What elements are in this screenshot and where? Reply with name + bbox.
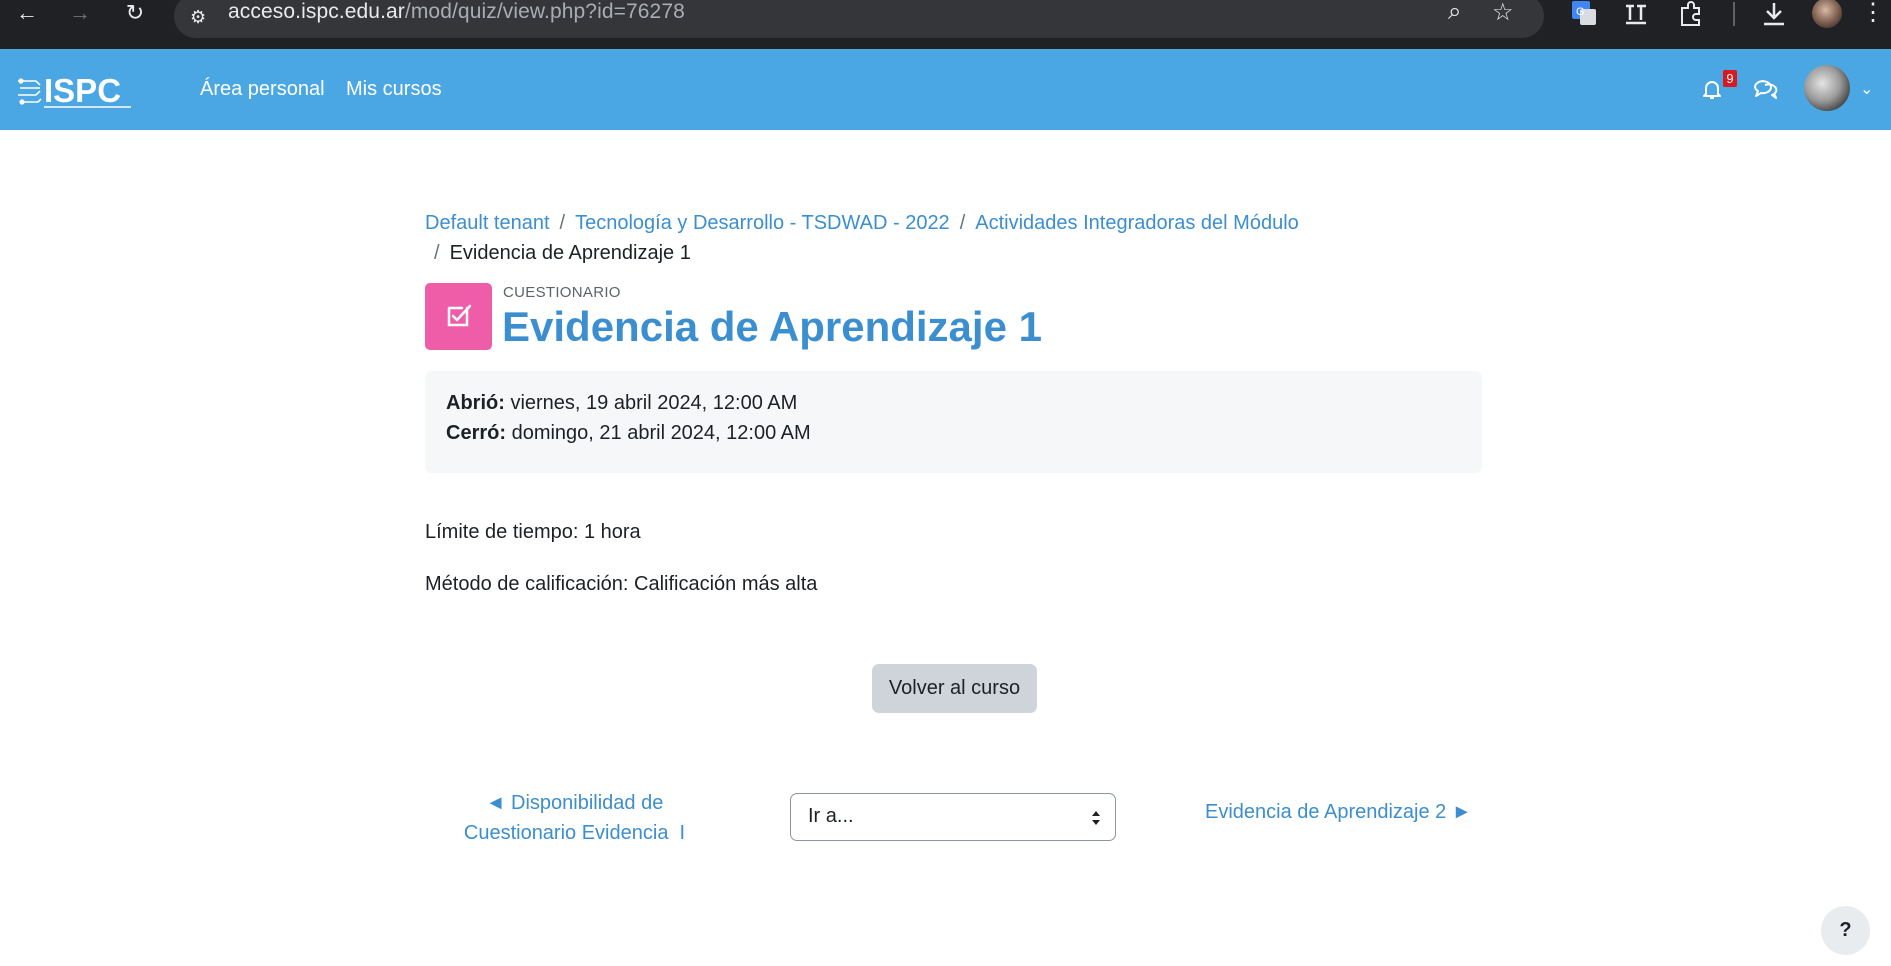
messages-chat-icon[interactable]: [1752, 77, 1780, 101]
opened-value: viernes, 19 abril 2024, 12:00 AM: [510, 392, 798, 414]
back-to-course-button[interactable]: Volver al curso: [872, 664, 1037, 713]
closed-date: Cerró: domingo, 21 abril 2024, 12:00 AM: [446, 422, 811, 445]
forward-arrow-icon[interactable]: →: [66, 0, 94, 28]
address-bar[interactable]: ⚙ acceso.ispc.edu.ar/mod/quiz/view.php?i…: [174, 0, 1544, 38]
url-text[interactable]: acceso.ispc.edu.ar/mod/quiz/view.php?id=…: [228, 0, 685, 24]
toolbar-divider: [1733, 2, 1735, 26]
select-arrows-icon: [1092, 811, 1100, 825]
previous-activity-label-line1[interactable]: ◄ Disponibilidad de: [486, 792, 664, 814]
breadcrumb-item-tenant[interactable]: Default tenant: [425, 212, 550, 234]
quiz-checkbox-icon: [425, 283, 492, 350]
activity-type-label: CUESTIONARIO: [503, 284, 621, 301]
jump-to-selected-value: Ir a...: [808, 805, 854, 827]
breadcrumb-item-course[interactable]: Tecnología y Desarrollo - TSDWAD - 2022: [575, 212, 950, 234]
opened-label: Abrió:: [446, 392, 505, 414]
google-translate-icon[interactable]: G: [1570, 0, 1598, 28]
extensions-puzzle-icon[interactable]: [1677, 0, 1705, 28]
reload-icon[interactable]: ↻: [121, 0, 149, 28]
nav-link-mis-cursos[interactable]: Mis cursos: [346, 78, 442, 101]
downloads-icon[interactable]: [1760, 0, 1788, 28]
activity-dates-box: Abrió: viernes, 19 abril 2024, 12:00 AM …: [425, 371, 1482, 473]
previous-activity-label-line2[interactable]: Cuestionario Evidencia I: [464, 822, 685, 844]
nav-link-area-personal[interactable]: Área personal: [200, 78, 325, 101]
help-button[interactable]: ?: [1821, 906, 1870, 955]
browser-menu-icon[interactable]: ⋮: [1859, 0, 1887, 28]
breadcrumb-separator: /: [434, 242, 440, 264]
notifications-bell-icon[interactable]: [1700, 77, 1724, 101]
closed-value: domingo, 21 abril 2024, 12:00 AM: [511, 422, 811, 444]
time-limit-text: Límite de tiempo: 1 hora: [425, 521, 641, 543]
browser-profile-avatar[interactable]: [1812, 0, 1842, 28]
user-menu-chevron-down-icon[interactable]: ⌄: [1860, 79, 1873, 99]
site-navbar: ISPC Área personal Mis cursos 9 ⌄: [0, 49, 1891, 130]
svg-text:G: G: [1576, 6, 1585, 18]
languagetool-icon[interactable]: [1622, 0, 1650, 28]
breadcrumb-item-section[interactable]: Actividades Integradoras del Módulo: [975, 212, 1299, 234]
breadcrumb-item-current: Evidencia de Aprendizaje 1: [449, 242, 691, 264]
zoom-icon[interactable]: ⌕: [1448, 0, 1461, 26]
browser-toolbar: ← → ↻ ⚙ acceso.ispc.edu.ar/mod/quiz/view…: [0, 0, 1891, 49]
ispc-logo[interactable]: ISPC: [18, 69, 133, 111]
site-settings-icon[interactable]: ⚙: [190, 7, 206, 28]
svg-text:ISPC: ISPC: [44, 72, 121, 109]
back-arrow-icon[interactable]: ←: [13, 0, 41, 28]
next-activity-link[interactable]: Evidencia de Aprendizaje 2 ►: [1205, 801, 1472, 824]
breadcrumb: Default tenant / Tecnología y Desarrollo -…: [425, 208, 1425, 268]
breadcrumb-separator: /: [959, 212, 966, 234]
user-avatar[interactable]: [1804, 65, 1850, 111]
grading-method-text: Método de calificación: Calificación más…: [425, 573, 818, 595]
opened-date: Abrió: viernes, 19 abril 2024, 12:00 AM: [446, 392, 797, 415]
breadcrumb-separator: /: [559, 212, 566, 234]
closed-label: Cerró:: [446, 422, 507, 444]
page-title: Evidencia de Aprendizaje 1: [502, 303, 1042, 350]
previous-activity-link[interactable]: ◄ Disponibilidad de Cuestionario Evidenc…: [463, 788, 686, 848]
notification-count-badge: 9: [1723, 70, 1737, 87]
bookmark-star-icon[interactable]: ☆: [1492, 0, 1514, 27]
jump-to-select[interactable]: Ir a...: [790, 793, 1116, 841]
